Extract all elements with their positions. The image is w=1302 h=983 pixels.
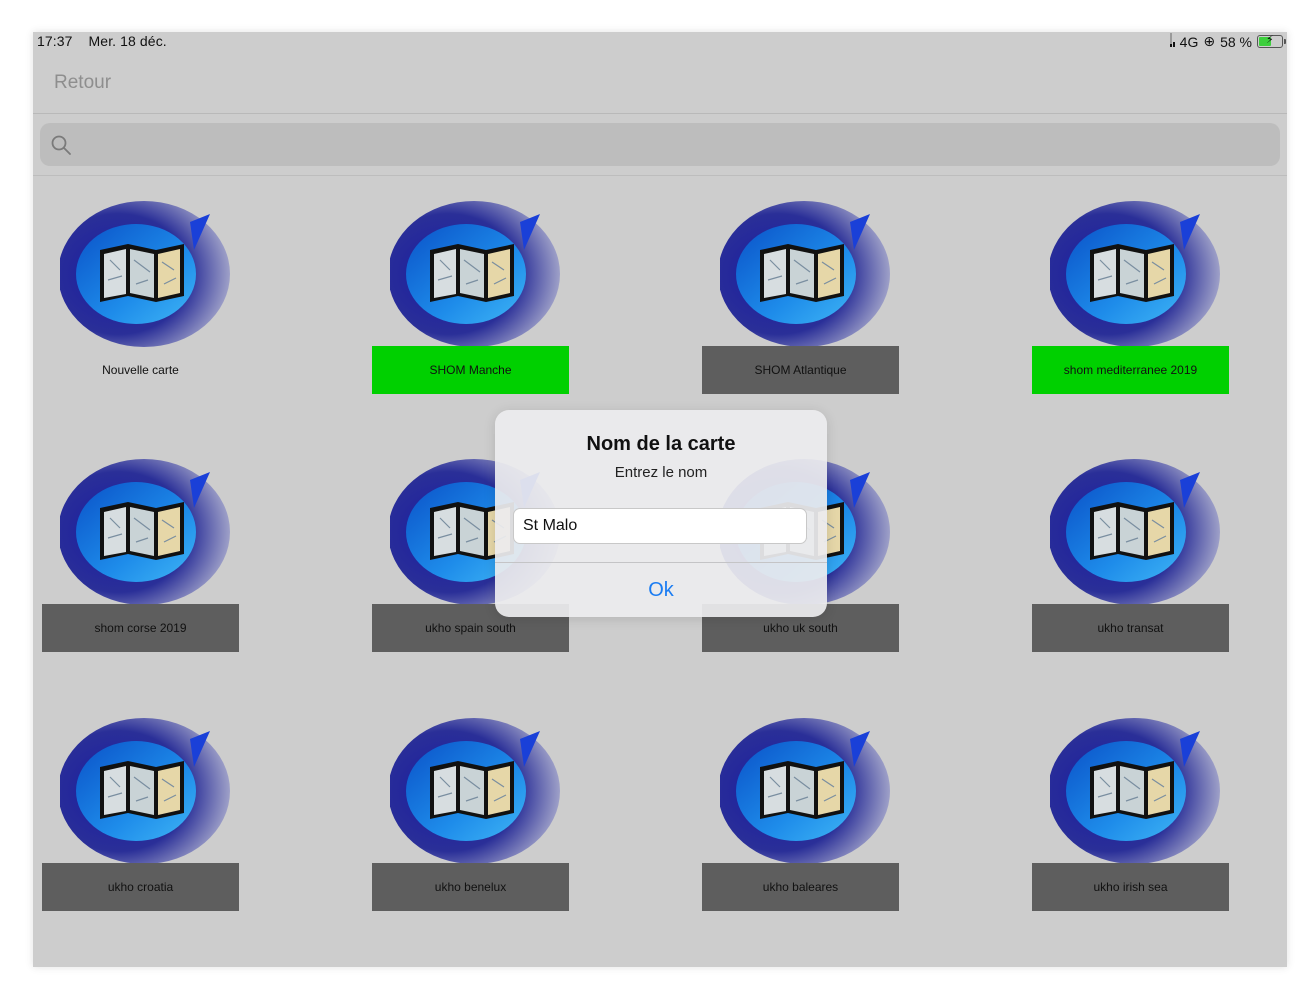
alert-title: Nom de la carte	[586, 433, 736, 455]
alert-message: Entrez le nom	[614, 464, 708, 481]
device-screen: 17:37 Mer. 18 déc. 4G ⊕ 58 % ⚡ Retour No…	[33, 32, 1287, 967]
chart-name-input[interactable]	[513, 508, 807, 544]
ok-button[interactable]: Ok	[495, 563, 827, 617]
name-chart-alert: Nom de la carte Entrez le nom Ok	[495, 410, 827, 617]
